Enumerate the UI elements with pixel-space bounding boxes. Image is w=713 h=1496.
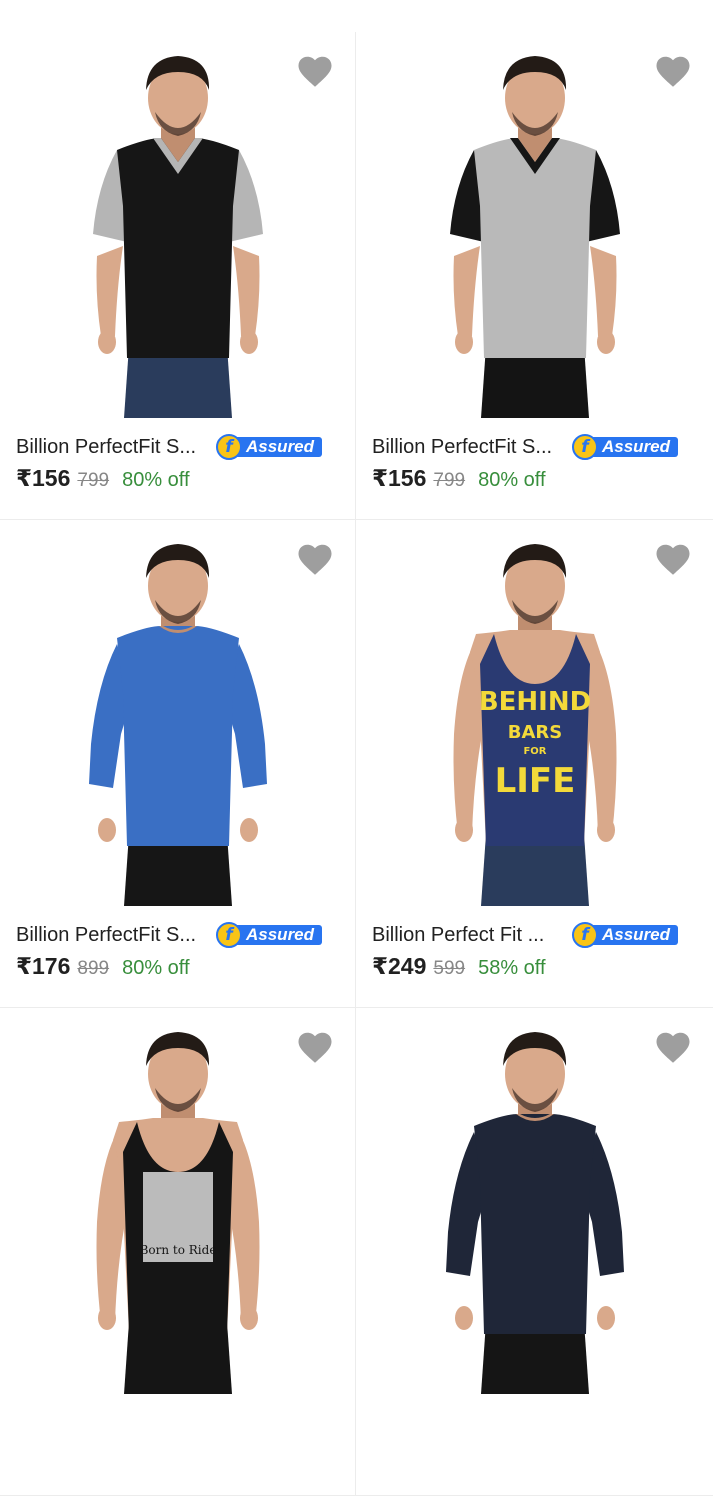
wishlist-heart-icon[interactable] <box>297 54 333 88</box>
original-price: 799 <box>77 470 110 491</box>
flipkart-f-icon: f <box>216 922 242 948</box>
assured-badge: f Assured <box>216 922 323 948</box>
product-title[interactable]: Billion Perfect Fit ... <box>372 924 570 947</box>
assured-label: Assured <box>584 437 679 457</box>
product-info: Billion PerfectFit S... f Assured ₹176 8… <box>16 920 343 985</box>
wishlist-heart-icon[interactable] <box>297 1030 333 1064</box>
product-image[interactable]: BEHIND BARS FOR LIFE <box>356 520 713 908</box>
flipkart-f-icon: f <box>216 434 242 460</box>
selling-price: ₹156 <box>372 465 427 491</box>
flipkart-f-icon: f <box>572 922 598 948</box>
product-title[interactable]: Billion PerfectFit S... <box>16 436 214 459</box>
assured-badge: f Assured <box>572 434 679 460</box>
print-text: FOR <box>523 746 546 757</box>
selling-price: ₹249 <box>372 953 427 979</box>
print-text: LIFE <box>494 761 575 801</box>
discount-label: 80% off <box>122 957 190 979</box>
wishlist-heart-icon[interactable] <box>655 542 691 576</box>
discount-label: 80% off <box>122 469 190 491</box>
discount-label: 80% off <box>478 469 546 491</box>
assured-label: Assured <box>228 437 323 457</box>
product-title[interactable]: Billion PerfectFit S... <box>16 924 214 947</box>
product-image[interactable] <box>0 520 355 908</box>
assured-badge: f Assured <box>572 922 679 948</box>
product-card[interactable]: BEHIND BARS FOR LIFE Billion Perfect Fit ..… <box>356 520 713 1008</box>
product-card[interactable]: Billion PerfectFit S... f Assured ₹156 7… <box>356 32 713 520</box>
wishlist-heart-icon[interactable] <box>655 1030 691 1064</box>
flipkart-f-icon: f <box>572 434 598 460</box>
product-card[interactable]: Born to Ride <box>0 1008 356 1496</box>
product-info: Billion PerfectFit S... f Assured ₹156 7… <box>372 432 701 497</box>
discount-label: 58% off <box>478 957 546 979</box>
original-price: 899 <box>77 958 110 979</box>
product-title[interactable]: Billion PerfectFit S... <box>372 436 570 459</box>
print-text: BARS <box>507 722 561 743</box>
original-price: 799 <box>433 470 466 491</box>
product-image[interactable] <box>356 1008 713 1396</box>
assured-label: Assured <box>228 925 323 945</box>
product-card[interactable]: Billion PerfectFit S... f Assured ₹156 7… <box>0 32 356 520</box>
assured-label: Assured <box>584 925 679 945</box>
selling-price: ₹156 <box>16 465 71 491</box>
selling-price: ₹176 <box>16 953 71 979</box>
print-text: Born to Ride <box>139 1243 216 1257</box>
wishlist-heart-icon[interactable] <box>297 542 333 576</box>
assured-badge: f Assured <box>216 434 323 460</box>
product-image[interactable] <box>356 32 713 420</box>
wishlist-heart-icon[interactable] <box>655 54 691 88</box>
print-text: BEHIND <box>478 687 590 717</box>
product-image[interactable]: Born to Ride <box>0 1008 355 1396</box>
product-info: Billion Perfect Fit ... f Assured ₹249 5… <box>372 920 701 985</box>
product-image[interactable] <box>0 32 355 420</box>
product-grid: Billion PerfectFit S... f Assured ₹156 7… <box>0 32 713 1496</box>
product-card[interactable] <box>356 1008 713 1496</box>
product-card[interactable]: Billion PerfectFit S... f Assured ₹176 8… <box>0 520 356 1008</box>
original-price: 599 <box>433 958 466 979</box>
product-info: Billion PerfectFit S... f Assured ₹156 7… <box>16 432 343 497</box>
